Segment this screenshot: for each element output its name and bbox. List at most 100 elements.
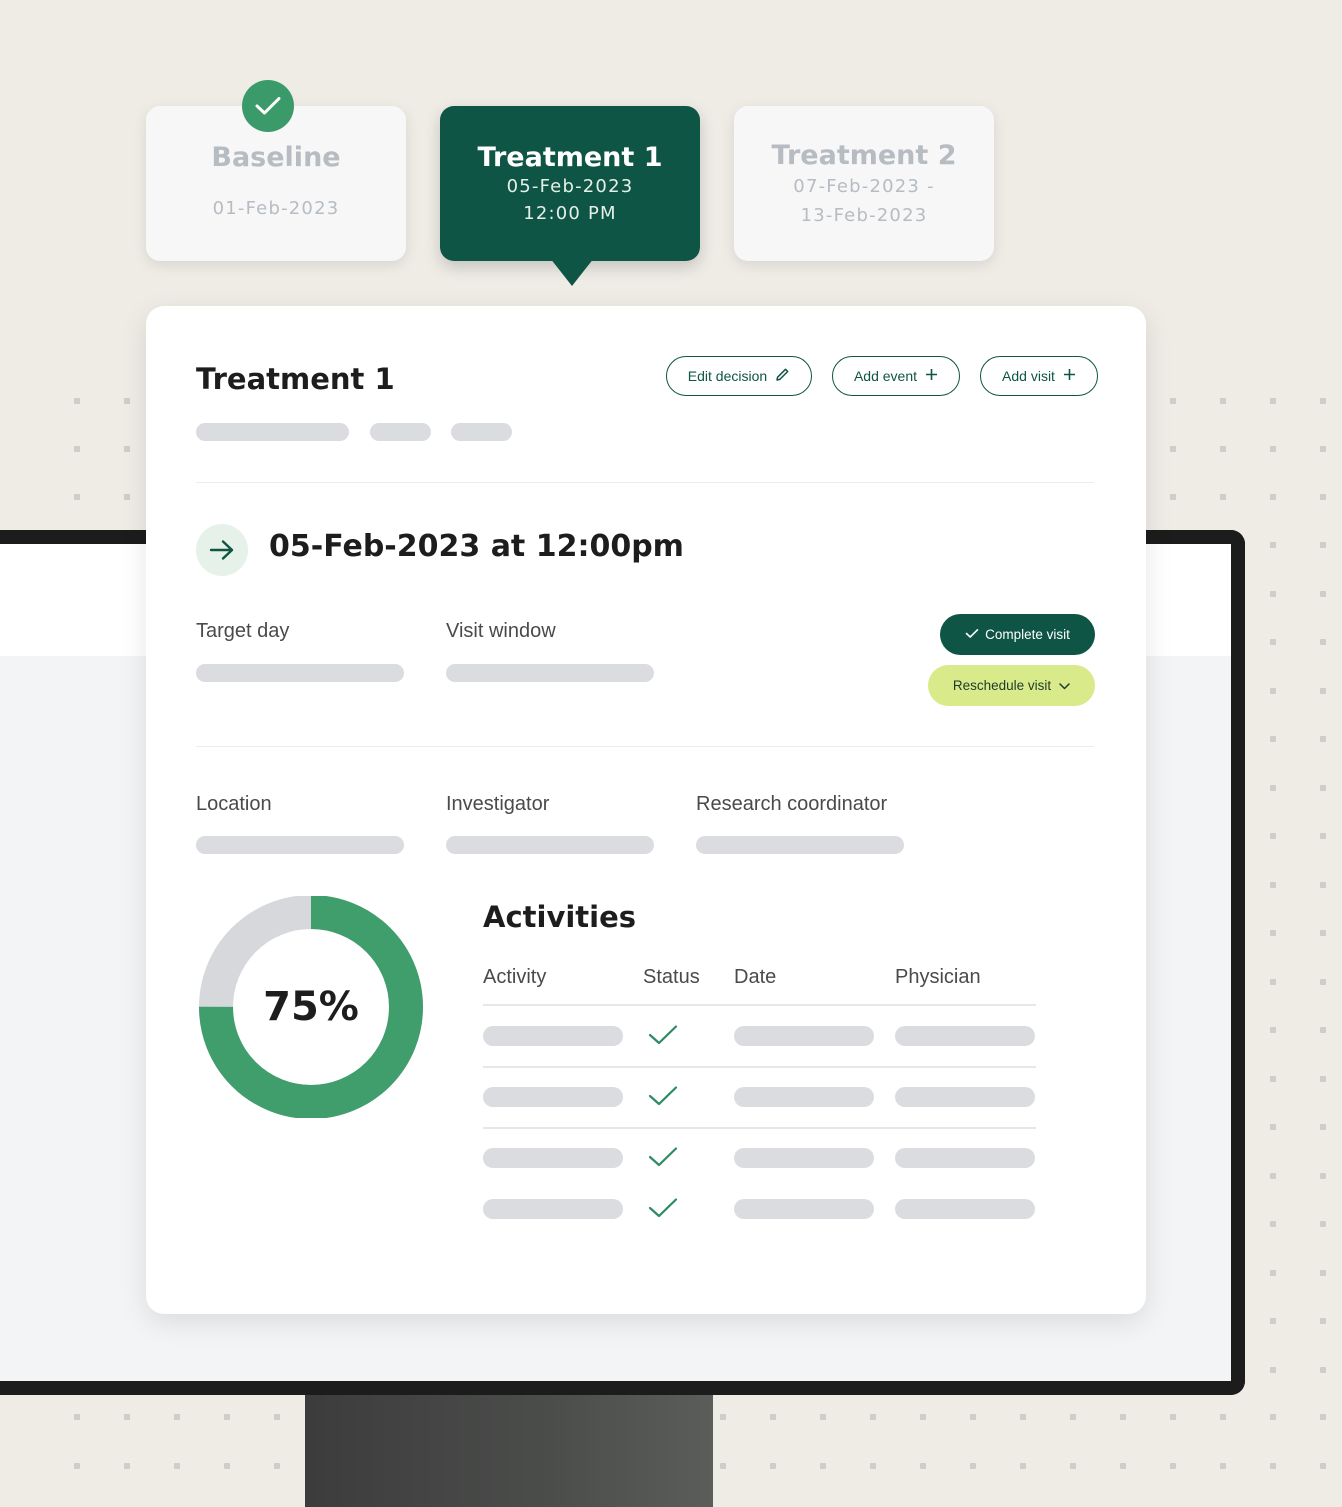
date-cell-placeholder xyxy=(734,1199,874,1219)
visit-window-label: Visit window xyxy=(446,620,556,642)
step-title: Baseline xyxy=(211,142,341,173)
background-dot xyxy=(1320,1172,1326,1179)
background-dot xyxy=(74,1463,80,1469)
plus-icon xyxy=(1063,368,1076,385)
background-dot xyxy=(1170,398,1176,404)
research-coordinator-label: Research coordinator xyxy=(696,793,888,815)
step-date-line2: 12:00 PM xyxy=(523,203,617,224)
research-coordinator-value-placeholder xyxy=(696,836,904,854)
background-dot xyxy=(1270,1318,1276,1324)
table-row-divider xyxy=(483,1066,1036,1068)
background-dot xyxy=(1270,639,1276,645)
target-day-label: Target day xyxy=(196,620,290,642)
background-dot xyxy=(1270,1027,1276,1033)
add-event-button[interactable]: Add event xyxy=(832,356,960,396)
background-dot xyxy=(970,1463,976,1469)
status-check-icon xyxy=(648,1197,678,1224)
background-dot xyxy=(1220,446,1226,452)
background-dot xyxy=(770,1463,776,1469)
background-dot xyxy=(920,1414,926,1420)
background-dot xyxy=(274,1463,280,1469)
background-dot xyxy=(124,398,130,404)
physician-cell-placeholder xyxy=(895,1148,1035,1168)
background-dot xyxy=(1320,784,1326,791)
completed-check-icon xyxy=(242,80,294,132)
status-check-icon xyxy=(648,1146,678,1173)
background-dot xyxy=(1270,1414,1276,1420)
location-label: Location xyxy=(196,793,272,815)
background-dot xyxy=(1120,1463,1126,1469)
background-dot xyxy=(1270,1463,1276,1469)
divider xyxy=(196,482,1094,483)
background-dot xyxy=(770,1414,776,1420)
background-dot xyxy=(1270,833,1276,839)
background-dot xyxy=(1320,1318,1326,1324)
background-dot xyxy=(1270,978,1276,985)
column-header-activity[interactable]: Activity xyxy=(483,966,546,989)
background-dot xyxy=(1320,542,1326,548)
investigator-label: Investigator xyxy=(446,793,550,815)
background-dot xyxy=(1320,1463,1326,1469)
background-dot xyxy=(1320,930,1326,936)
column-header-date[interactable]: Date xyxy=(734,966,776,989)
placeholder-bar xyxy=(370,423,431,441)
progress-percent: 75% xyxy=(263,984,359,1030)
complete-visit-button[interactable]: Complete visit xyxy=(940,614,1095,655)
activity-cell-placeholder xyxy=(483,1199,623,1219)
background-dot xyxy=(1070,1463,1076,1469)
background-dot xyxy=(1320,687,1326,694)
activity-cell-placeholder xyxy=(483,1026,623,1046)
column-header-status[interactable]: Status xyxy=(643,966,700,989)
background-dot xyxy=(1270,1075,1276,1082)
status-check-icon xyxy=(648,1085,678,1112)
visit-detail-card: Treatment 1 Edit decision Add event Add … xyxy=(146,306,1146,1314)
background-dot xyxy=(1320,1414,1326,1420)
check-icon xyxy=(965,627,979,642)
add-visit-button[interactable]: Add visit xyxy=(980,356,1098,396)
background-dot xyxy=(1020,1414,1026,1420)
step-date-line1: 07-Feb-2023 - xyxy=(793,176,935,197)
background-dot xyxy=(1320,446,1326,452)
column-header-physician[interactable]: Physician xyxy=(895,966,981,989)
background-dot xyxy=(1270,398,1276,404)
edit-decision-button[interactable]: Edit decision xyxy=(666,356,812,396)
pencil-icon xyxy=(775,367,790,386)
background-dot xyxy=(1320,639,1326,645)
background-dot xyxy=(1070,1414,1076,1420)
step-treatment-2[interactable]: Treatment 2 07-Feb-2023 - 13-Feb-2023 xyxy=(734,106,994,261)
background-dot xyxy=(224,1463,230,1469)
background-dot xyxy=(274,1414,280,1420)
background-dot xyxy=(1170,494,1176,500)
step-treatment-1[interactable]: Treatment 1 05-Feb-2023 12:00 PM xyxy=(440,106,700,261)
step-title: Treatment 1 xyxy=(477,142,663,173)
background-dot xyxy=(1270,494,1276,500)
background-dot xyxy=(1170,1463,1176,1469)
background-dot xyxy=(1320,736,1326,742)
background-dot xyxy=(124,494,130,500)
background-dot xyxy=(124,1414,130,1420)
background-dot xyxy=(1220,1463,1226,1469)
step-date-line1: 05-Feb-2023 xyxy=(506,176,634,197)
background-dot xyxy=(1270,784,1276,791)
background-dot xyxy=(174,1463,180,1469)
physician-cell-placeholder xyxy=(895,1087,1035,1107)
background-dot xyxy=(1320,978,1326,985)
background-dot xyxy=(1320,1269,1326,1276)
date-cell-placeholder xyxy=(734,1087,874,1107)
background-dot xyxy=(74,446,80,452)
background-dot xyxy=(1270,736,1276,742)
table-header-divider xyxy=(483,1004,1036,1006)
date-cell-placeholder xyxy=(734,1026,874,1046)
background-dot xyxy=(1270,1221,1276,1227)
arrow-right-icon xyxy=(196,524,248,576)
activity-cell-placeholder xyxy=(483,1087,623,1107)
background-dot xyxy=(74,1414,80,1420)
placeholder-bar xyxy=(196,423,349,441)
step-title: Treatment 2 xyxy=(771,140,957,171)
table-row-divider xyxy=(483,1127,1036,1129)
reschedule-visit-button[interactable]: Reschedule visit xyxy=(928,665,1095,706)
background-dot xyxy=(870,1463,876,1469)
add-visit-label: Add visit xyxy=(1002,368,1055,384)
background-dot xyxy=(1270,930,1276,936)
background-dot xyxy=(1220,494,1226,500)
